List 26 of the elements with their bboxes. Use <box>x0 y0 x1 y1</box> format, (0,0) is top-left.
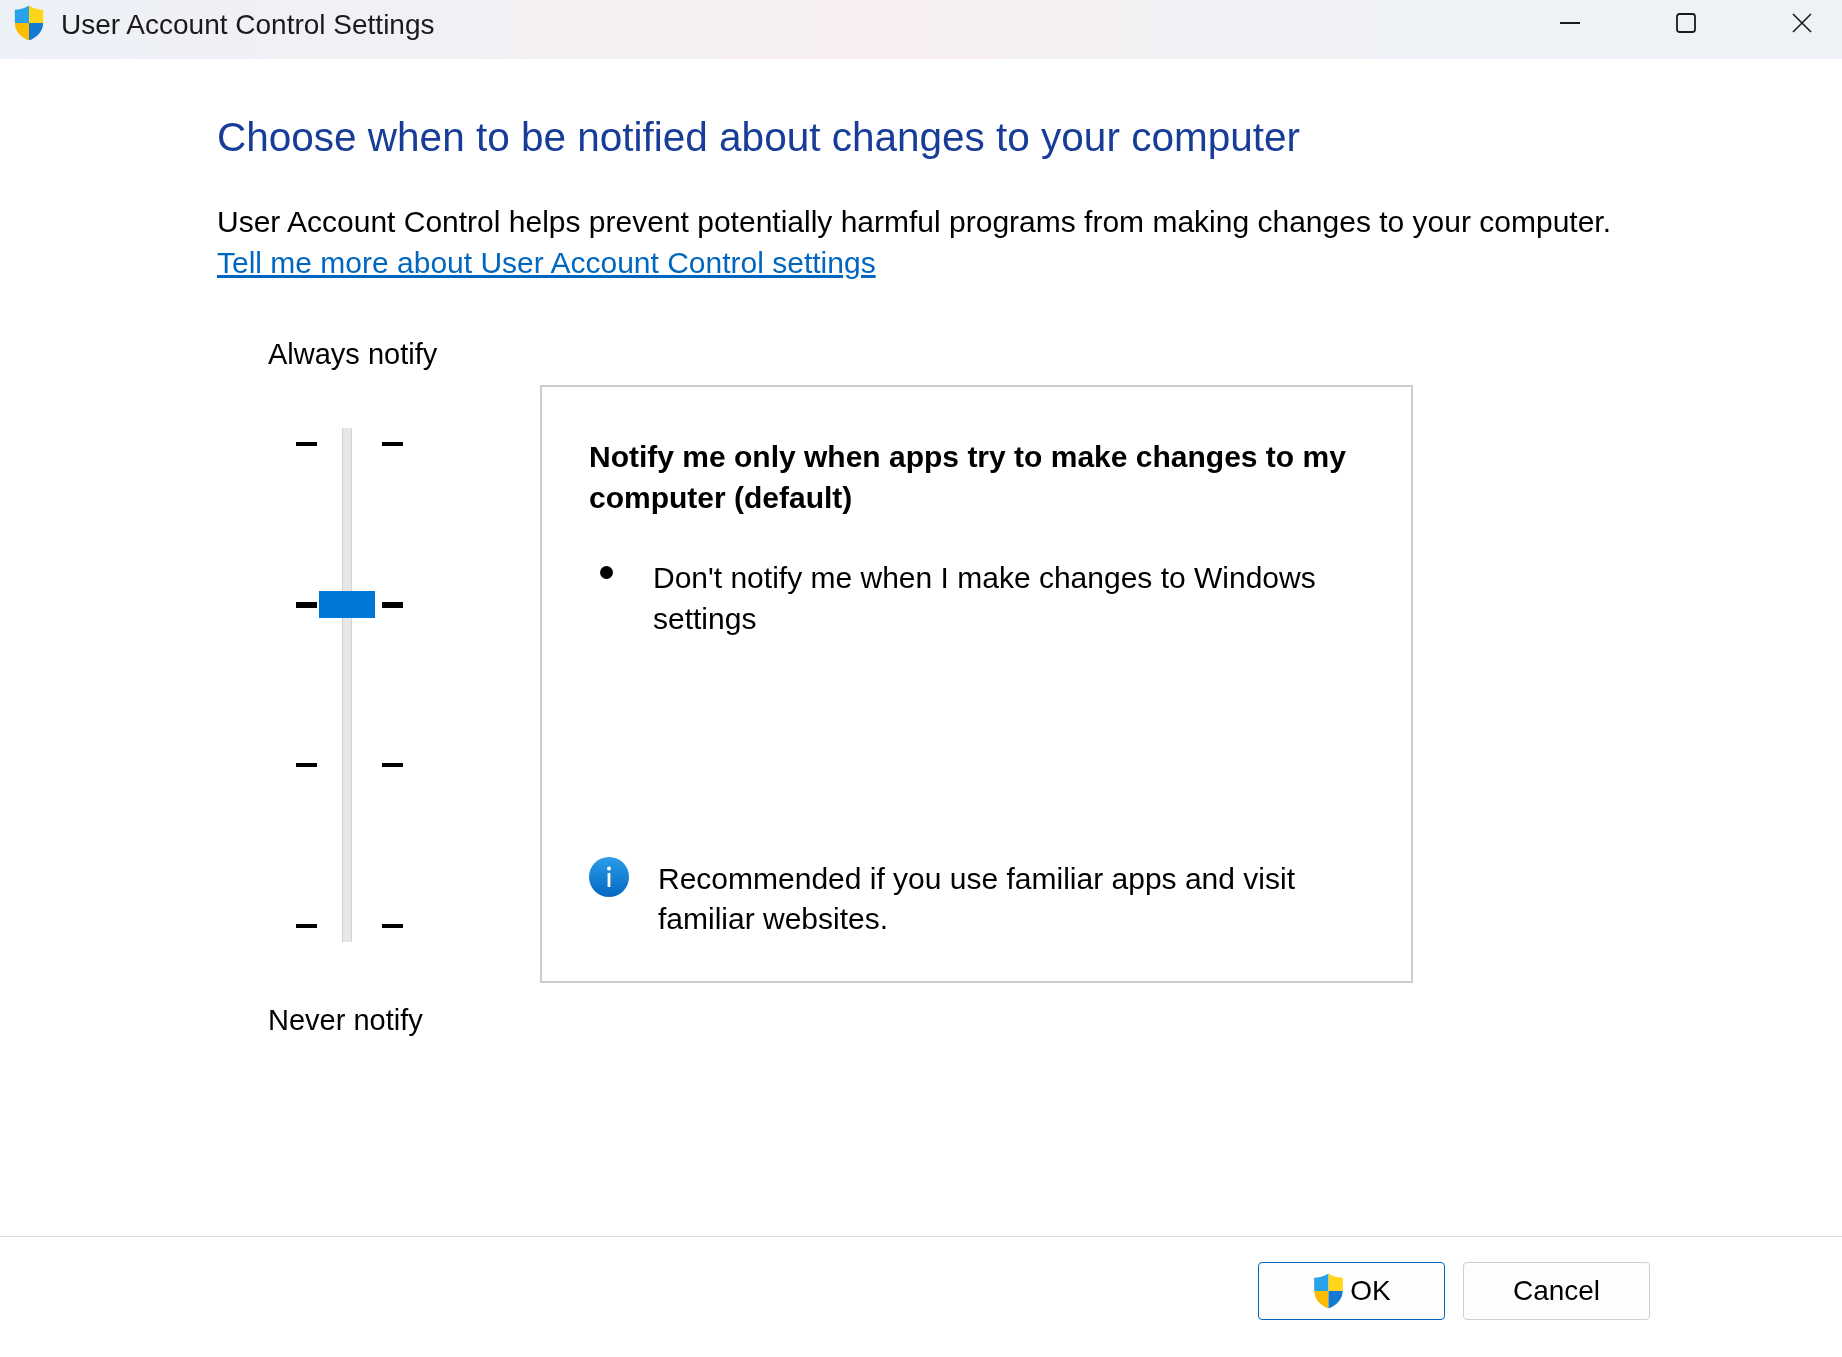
cancel-button[interactable]: Cancel <box>1463 1262 1650 1320</box>
description-text: User Account Control helps prevent potentially harmful programs from making changes to your computer. <box>217 204 1611 240</box>
bullet-icon <box>600 566 613 579</box>
help-link[interactable]: Tell me more about User Account Control settings <box>217 242 876 283</box>
slider-tick <box>296 763 317 768</box>
note-text: Recommended if you use familiar apps and visit familiar websites. <box>658 861 1296 937</box>
maximize-icon <box>1676 13 1696 33</box>
shield-icon <box>12 5 46 41</box>
close-icon <box>1792 13 1812 33</box>
panel-title: Notify me only when apps try to make changes to my computer (default) <box>589 439 1347 516</box>
slider-tick <box>382 763 403 768</box>
window-title: User Account Control Settings <box>61 8 435 42</box>
info-icon <box>589 857 629 897</box>
slider-tick <box>382 924 403 928</box>
bullet-text: Don't notify me when I make changes to Windows settings <box>653 560 1317 637</box>
slider-tick <box>296 924 317 928</box>
page-heading: Choose when to be notified about changes to your computer <box>217 115 1300 159</box>
slider-tick <box>296 601 317 608</box>
slider-tick <box>382 601 403 608</box>
slider-tick <box>382 442 403 446</box>
minimize-icon <box>1560 22 1580 24</box>
slider-thumb[interactable] <box>319 590 375 618</box>
slider-bottom-label: Never notify <box>268 1003 423 1038</box>
slider-tick <box>296 442 317 446</box>
ok-button[interactable]: OK <box>1258 1262 1445 1320</box>
slider-top-label: Always notify <box>268 337 438 372</box>
